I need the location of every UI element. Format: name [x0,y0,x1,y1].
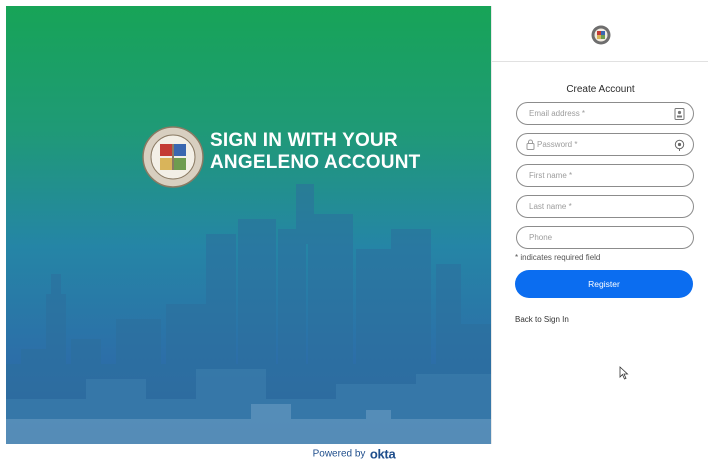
first-name-field[interactable]: First name * [516,164,694,187]
city-seal-logo [142,126,204,188]
eye-icon[interactable] [674,139,685,151]
powered-by-text: Powered by [312,448,366,460]
password-placeholder: Password * [537,140,578,149]
phone-placeholder: Phone [529,233,553,242]
email-placeholder: Email address * [529,109,586,118]
back-to-sign-in-link[interactable]: Back to Sign In [515,315,569,324]
lock-icon [526,139,535,150]
okta-logo[interactable]: okta [370,446,396,461]
register-button[interactable]: Register [515,270,693,298]
password-field[interactable]: Password * [516,133,694,156]
panel-header [492,6,708,62]
contact-card-icon [674,108,685,120]
hero-title-line-2: ANGELENO ACCOUNT [210,152,421,173]
registration-panel: Create Account Email address * Password … [491,6,708,444]
email-field[interactable]: Email address * [516,102,694,125]
hero-panel: SIGN IN WITH YOUR ANGELENO ACCOUNT [6,6,491,444]
hero-title: SIGN IN WITH YOUR ANGELENO ACCOUNT [210,130,420,174]
footer: Powered by okta [0,445,708,461]
form-title: Create Account [566,84,635,95]
first-name-placeholder: First name * [529,171,573,180]
phone-field[interactable]: Phone [516,226,694,249]
required-field-note: * indicates required field [515,253,601,262]
hero-title-line-1: SIGN IN WITH YOUR [210,130,398,151]
mouse-cursor-icon [619,366,629,380]
city-seal-icon [591,25,611,45]
last-name-field[interactable]: Last name * [516,195,694,218]
last-name-placeholder: Last name * [529,202,572,211]
city-skyline-image [6,184,491,444]
